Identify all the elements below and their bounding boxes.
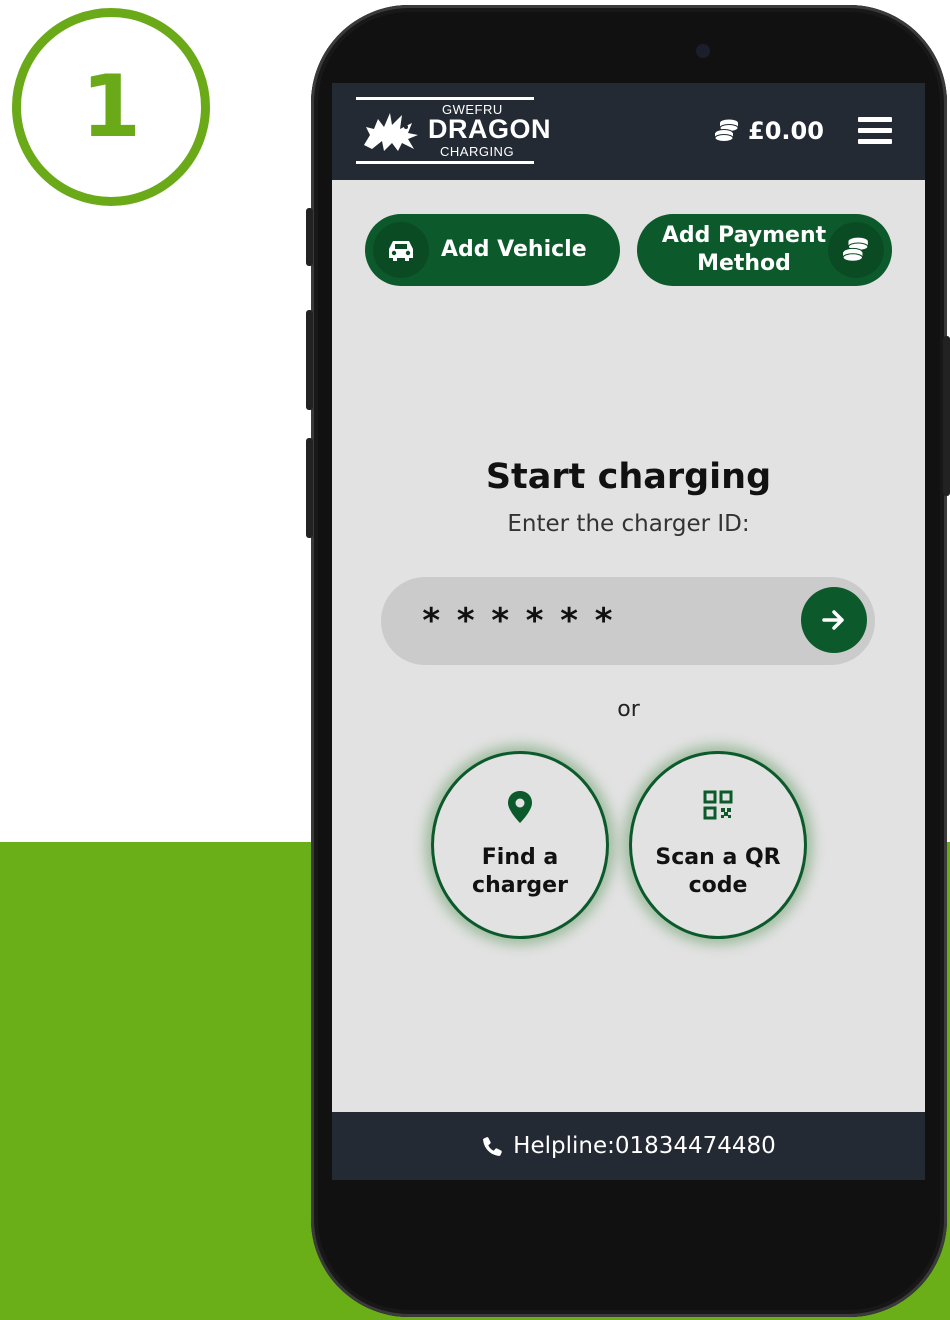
logo-rule [356, 97, 534, 100]
phone-icon [483, 1137, 502, 1156]
phone-side-button [306, 438, 313, 538]
logo-main-text: DRAGON [428, 114, 551, 144]
app-screen: GWEFRU DRAGON CHARGING £0.00 Add Vehicle… [332, 83, 925, 1180]
add-payment-method-button[interactable]: Add Payment Method [637, 214, 892, 286]
submit-charger-id-button[interactable] [801, 587, 867, 653]
qr-code-icon [703, 790, 733, 820]
logo-rule [356, 161, 534, 164]
phone-side-button [306, 310, 313, 410]
dragon-logo-icon [364, 113, 418, 151]
charger-id-input[interactable] [421, 595, 801, 647]
car-icon-badge [373, 222, 429, 278]
coins-icon [714, 119, 739, 142]
coins-icon [842, 237, 869, 262]
arrow-right-icon [822, 610, 844, 630]
coins-icon-badge [828, 222, 884, 278]
scan-qr-label: Scan a QR code [655, 845, 781, 898]
scan-qr-code-button[interactable]: Scan a QR code [629, 751, 807, 939]
helpline-footer[interactable]: Helpline:01834474480 [332, 1112, 925, 1180]
brand-logo[interactable]: GWEFRU DRAGON CHARGING [356, 97, 551, 165]
balance-amount: £0.00 [748, 117, 824, 145]
page-title: Start charging [485, 457, 772, 497]
front-camera [696, 44, 710, 58]
charger-id-prompt: Enter the charger ID: [507, 511, 750, 537]
phone-power-button [943, 336, 950, 496]
car-icon [389, 241, 413, 261]
step-number-badge: 1 [12, 8, 210, 206]
step-number: 1 [81, 57, 141, 157]
logo-bottom-text: CHARGING [440, 144, 515, 159]
find-charger-icon-wrap [434, 790, 606, 824]
wallet-balance[interactable]: £0.00 [714, 115, 824, 147]
add-payment-label: Add Payment Method [661, 223, 827, 276]
phone-side-button [306, 208, 313, 266]
add-vehicle-label: Add Vehicle [441, 237, 587, 262]
add-vehicle-button[interactable]: Add Vehicle [365, 214, 620, 286]
map-marker-icon [508, 791, 532, 823]
helpline-number: Helpline:01834474480 [513, 1133, 776, 1159]
scan-qr-icon-wrap [632, 790, 804, 820]
charger-id-input-group [381, 577, 875, 665]
or-separator: or [617, 697, 640, 722]
find-charger-label: Find a charger [472, 845, 568, 898]
hamburger-menu-icon[interactable] [858, 117, 892, 145]
find-charger-button[interactable]: Find a charger [431, 751, 609, 939]
app-header: GWEFRU DRAGON CHARGING £0.00 [332, 83, 925, 180]
